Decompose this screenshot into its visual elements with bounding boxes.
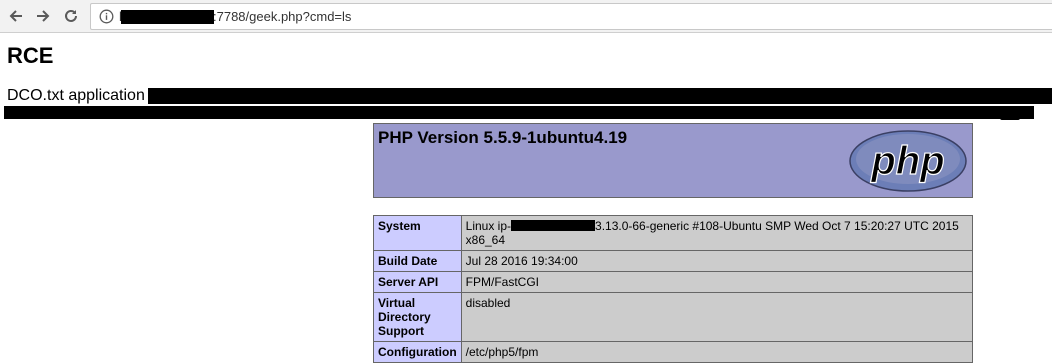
row-value: disabled <box>460 292 974 342</box>
reload-button[interactable] <box>59 4 83 28</box>
table-row: Virtual Directory Support disabled <box>373 292 974 342</box>
table-row: System Linux ip- 3.13.0-66-generic #108-U… <box>373 215 974 251</box>
url-path: :7788/geek.php?cmd=ls <box>213 9 352 24</box>
php-logo: php <box>849 130 967 192</box>
hostname-redaction <box>511 220 596 231</box>
phpinfo-table: System Linux ip- 3.13.0-66-generic #108-U… <box>373 215 974 363</box>
forward-button[interactable] <box>31 4 55 28</box>
arrow-right-icon <box>37 10 50 22</box>
php-version-title: PHP Version 5.5.9-1ubuntu4.19 <box>378 128 628 147</box>
row-key: System <box>373 215 462 251</box>
row-value: Linux ip- 3.13.0-66-generic #108-Ubuntu S… <box>460 215 974 251</box>
output-redaction-line2 <box>4 106 1034 119</box>
output-redaction-tail <box>1000 111 1020 120</box>
table-row: Configuration /etc/php5/fpm <box>373 341 974 363</box>
php-logo-text: php <box>870 139 944 183</box>
row-value: /etc/php5/fpm <box>460 341 974 363</box>
command-output-text: DCO.txt application <box>7 87 145 104</box>
table-row: Server API FPM/FastCGI <box>373 271 974 293</box>
row-key: Configuration <box>373 341 462 363</box>
url-host-redaction <box>121 10 214 24</box>
info-icon[interactable] <box>99 9 114 24</box>
back-button[interactable] <box>4 4 28 28</box>
address-bar[interactable]: h :7788/geek.php?cmd=ls <box>90 3 1052 30</box>
system-prefix: Linux ip- <box>465 219 512 233</box>
output-redaction <box>148 88 1052 104</box>
row-value: FPM/FastCGI <box>460 271 974 293</box>
php-version-header: PHP Version 5.5.9-1ubuntu4.19 php <box>373 123 973 198</box>
reload-icon <box>65 9 77 22</box>
row-value: Jul 28 2016 19:34:00 <box>460 250 974 272</box>
browser-toolbar: h :7788/geek.php?cmd=ls <box>0 0 1052 33</box>
arrow-left-icon <box>9 10 22 22</box>
row-key: Build Date <box>373 250 462 272</box>
table-row: Build Date Jul 28 2016 19:34:00 <box>373 250 974 272</box>
row-key: Server API <box>373 271 462 293</box>
row-key: Virtual Directory Support <box>373 292 462 342</box>
page-title: RCE <box>7 43 54 68</box>
